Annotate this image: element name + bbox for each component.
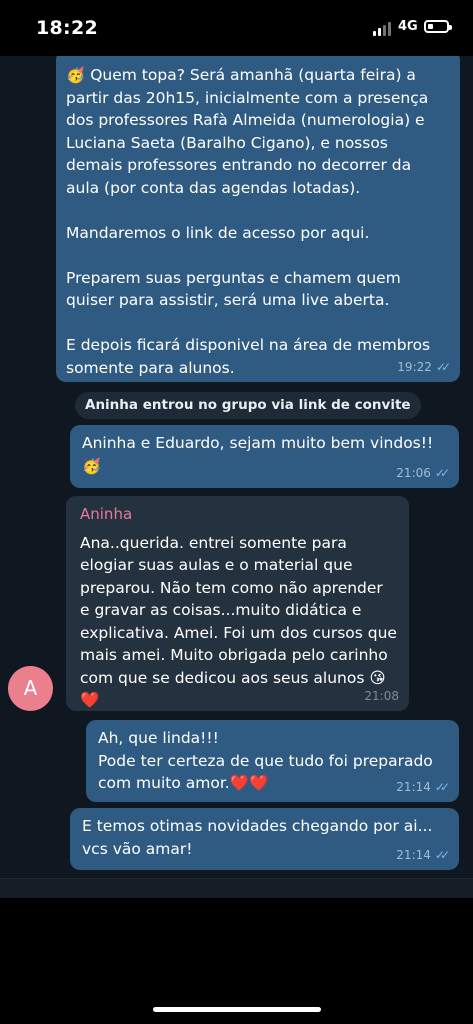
message-meta: 21:08 [364,685,399,708]
message-input-bar[interactable] [0,878,473,898]
battery-icon [424,20,452,33]
message-time: 21:06 [396,465,431,480]
network-type: 4G [398,19,418,34]
double-check-icon: ✓✓ [434,465,450,480]
message-time: 19:22 [397,359,432,374]
status-time: 18:22 [36,17,98,39]
message-bubble-outgoing[interactable]: Ah, que linda!!! Pode ter certeza de que… [86,720,459,802]
avatar[interactable]: A [8,666,53,711]
sender-name[interactable]: Aninha [80,503,397,526]
double-check-icon: ✓✓ [435,359,451,374]
message-text: 🥳 Quem topa? Será amanhã (quarta feira) … [66,66,431,377]
double-check-icon: ✓✓ [434,847,450,862]
signal-strength-icon [373,22,393,36]
message-meta: 21:14 ✓✓ [396,844,450,867]
message-meta: 19:22 ✓✓ [397,356,451,379]
message-text: Ah, que linda!!! Pode ter certeza de que… [98,729,433,792]
status-bar: 18:22 4G [0,0,473,56]
message-time: 21:08 [364,688,399,703]
message-text: Ana..querida. entrei somente para elogia… [80,533,397,710]
message-time: 21:14 [396,779,431,794]
message-bubble-outgoing[interactable]: 🥳 Quem topa? Será amanhã (quarta feira) … [56,56,460,382]
message-meta: 21:14 ✓✓ [396,776,450,799]
home-indicator[interactable] [153,1007,321,1012]
chat-area[interactable]: 🥳 Quem topa? Será amanhã (quarta feira) … [0,56,473,898]
double-check-icon: ✓✓ [434,779,450,794]
message-text: Aninha e Eduardo, sejam muito bem vindos… [82,434,434,475]
message-bubble-outgoing[interactable]: Aninha e Eduardo, sejam muito bem vindos… [70,425,459,488]
message-bubble-outgoing[interactable]: E temos otimas novidades chegando por ai… [70,808,459,870]
message-text: E temos otimas novidades chegando por ai… [82,817,433,858]
message-meta: 21:06 ✓✓ [396,462,450,485]
message-time: 21:14 [396,847,431,862]
message-bubble-incoming[interactable]: Aninha Ana..querida. entrei somente para… [66,496,409,711]
service-message: Aninha entrou no grupo via link de convi… [75,392,421,419]
